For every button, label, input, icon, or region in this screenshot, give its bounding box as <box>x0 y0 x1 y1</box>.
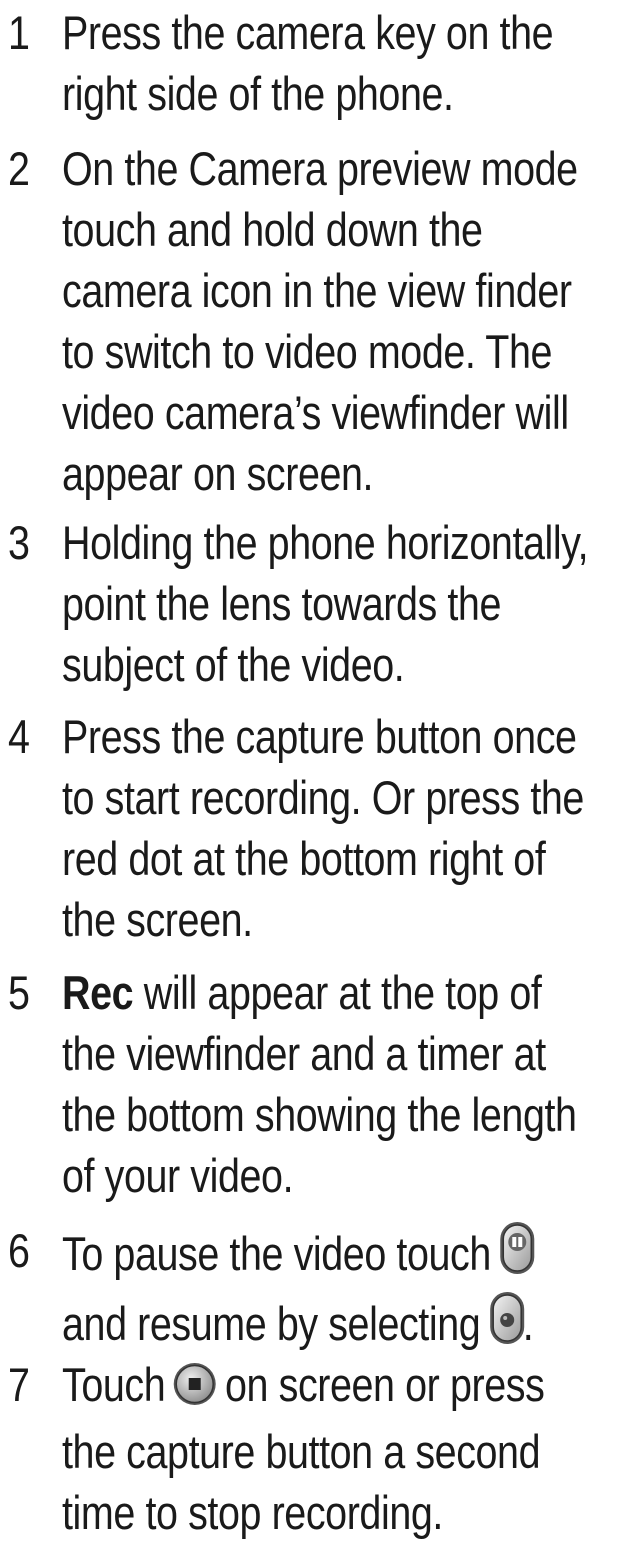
text-line: the bottom showing the length <box>62 1088 577 1141</box>
text-line: the screen. <box>62 893 253 946</box>
text-line: Press the capture button once <box>62 710 577 763</box>
step-text: To pause the video touch and resume by s… <box>62 1220 620 1360</box>
step-number: 2 <box>8 142 30 195</box>
text-line: right side of the phone. <box>62 67 454 120</box>
step-number: 1 <box>8 6 30 59</box>
text-line: On the Camera preview mode <box>62 142 578 195</box>
text-fragment: To pause the video touch <box>62 1227 502 1280</box>
text-fragment: Touch <box>62 1358 176 1411</box>
text-line: Press the camera key on the <box>62 6 554 59</box>
step-number: 4 <box>8 710 30 763</box>
step-text: Press the camera key on the right side o… <box>62 2 620 124</box>
text-line: the viewfinder and a timer at <box>62 1027 546 1080</box>
text-line: camera icon in the view finder <box>62 264 572 317</box>
text-line: of your video. <box>62 1149 294 1202</box>
rec-label: Rec <box>62 966 134 1019</box>
text-fragment: and resume by selecting <box>62 1297 491 1350</box>
step-number: 6 <box>8 1224 30 1277</box>
text-line: time to stop recording. <box>62 1486 443 1539</box>
text-line: appear on screen. <box>62 447 374 500</box>
step-text: Touch on screen or press the capture but… <box>62 1354 620 1543</box>
record-resume-icon <box>488 1290 526 1360</box>
stop-icon <box>172 1360 218 1421</box>
step-number: 7 <box>8 1358 30 1411</box>
text-line: video camera’s viewfinder will <box>62 386 569 439</box>
step-text: On the Camera preview mode touch and hol… <box>62 138 620 504</box>
step-text: Press the capture button once to start r… <box>62 706 620 950</box>
text-fragment: will appear at the top of <box>133 966 542 1019</box>
text-line: point the lens towards the <box>62 577 502 630</box>
step-text: Rec will appear at the top of the viewfi… <box>62 962 620 1206</box>
text-line: touch and hold down the <box>62 203 483 256</box>
step-number: 5 <box>8 966 30 1019</box>
text-line: Holding the phone horizontally, <box>62 516 589 569</box>
text-line: to start recording. Or press the <box>62 771 584 824</box>
text-fragment: on screen or press <box>214 1358 545 1411</box>
text-line: the capture button a second <box>62 1425 541 1478</box>
text-line: red dot at the bottom right of <box>62 832 546 885</box>
text-line: Rec will appear at the top of <box>62 962 620 1023</box>
text-line: to switch to video mode. The <box>62 325 553 378</box>
text-line: To pause the video touch <box>62 1220 620 1290</box>
step-number: 3 <box>8 516 30 569</box>
pause-icon <box>498 1220 536 1290</box>
text-line: Touch on screen or press <box>62 1354 620 1421</box>
text-line: subject of the video. <box>62 638 405 691</box>
step-text: Holding the phone horizontally, point th… <box>62 512 620 695</box>
text-line: and resume by selecting . <box>62 1290 620 1360</box>
